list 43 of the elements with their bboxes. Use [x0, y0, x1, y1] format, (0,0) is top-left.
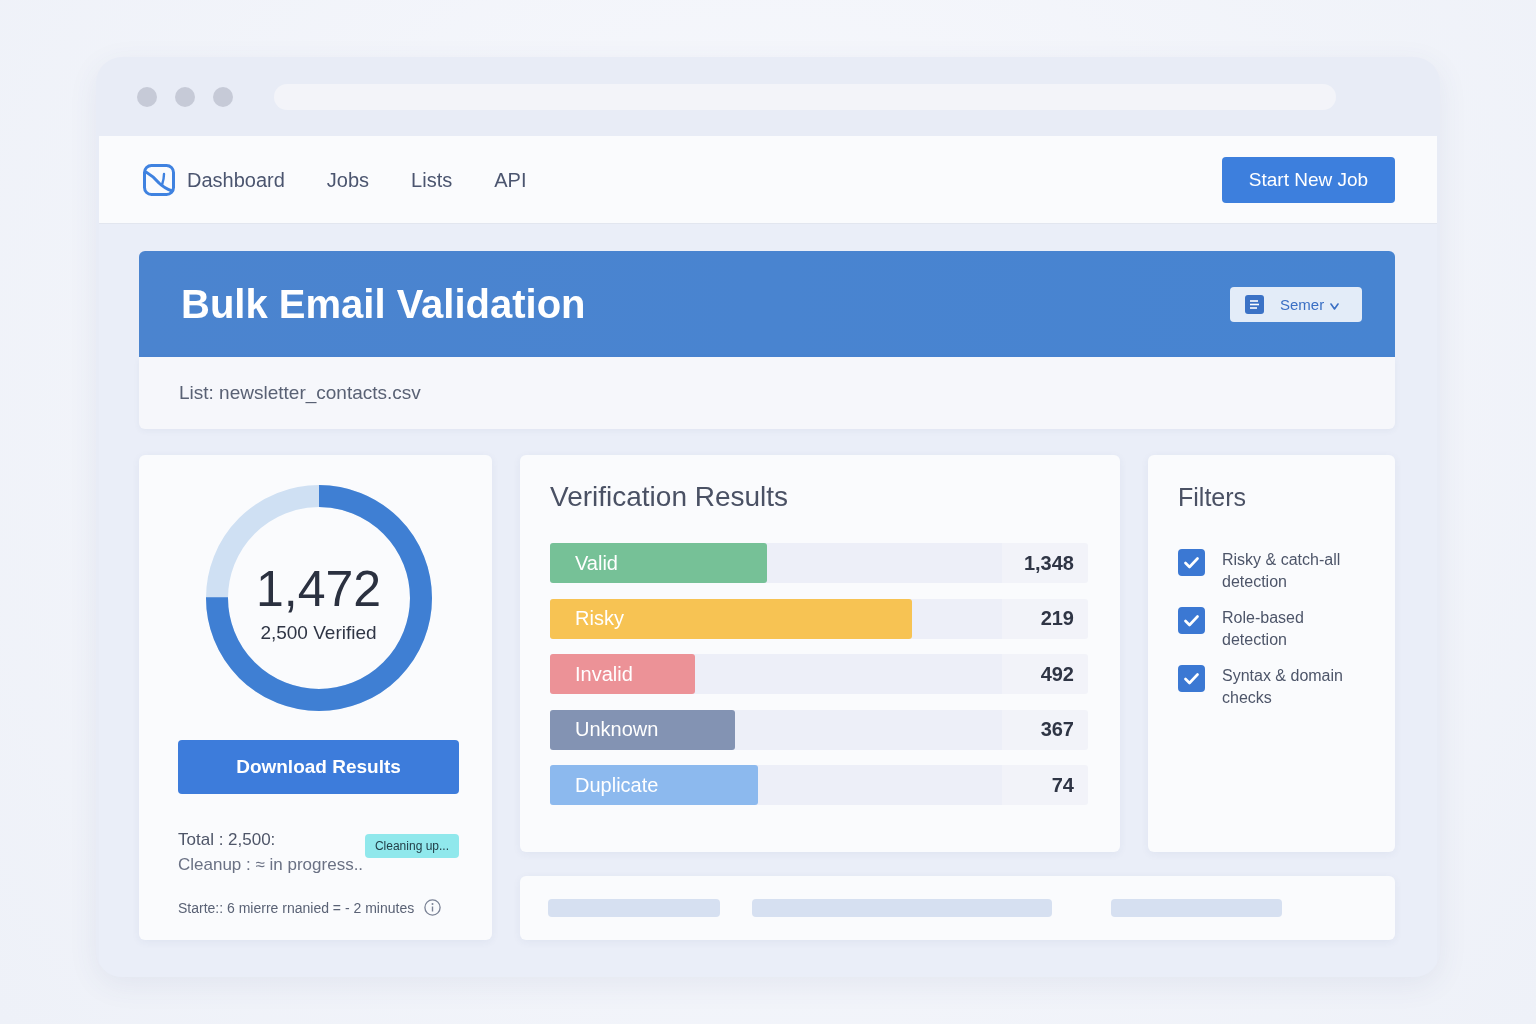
start-job-button[interactable]: Start New Job	[1222, 156, 1395, 203]
nav-link[interactable]: Dashboard	[187, 167, 285, 192]
status-badge: Cleaning up...	[364, 834, 459, 858]
result-count: 74	[1002, 765, 1088, 805]
result-label: Risky	[575, 607, 624, 630]
filter-label: Risky & catch-all detection	[1222, 550, 1342, 592]
nav-link[interactable]: Jobs	[326, 167, 370, 192]
list-icon	[1245, 294, 1264, 314]
logo-icon[interactable]	[143, 163, 175, 196]
nav-link[interactable]: Lists	[411, 167, 453, 192]
checkbox[interactable]	[1178, 549, 1205, 576]
result-count: 492	[1002, 654, 1088, 694]
total-text: Total : 2,500:	[178, 829, 277, 851]
result-count: 1,348	[1002, 543, 1088, 583]
result-label: Valid	[575, 551, 618, 575]
result-label: Unknown	[575, 718, 659, 741]
dropdown-button[interactable]: Semer	[1230, 286, 1362, 322]
filter-label: Syntax & domain checks	[1222, 666, 1344, 708]
nav-link[interactable]: API	[494, 167, 527, 192]
list-name: List: newsletter_contacts.csv	[179, 382, 421, 404]
check-icon	[1184, 672, 1199, 685]
window-dot-icon[interactable]	[137, 86, 157, 107]
check-icon	[1184, 556, 1199, 569]
window-dot-icon[interactable]	[175, 86, 195, 107]
download-button[interactable]: Download Results	[178, 740, 459, 794]
checkbox[interactable]	[1178, 665, 1205, 692]
result-label: Duplicate	[575, 773, 659, 797]
result-label: Invalid	[575, 662, 633, 686]
checkbox[interactable]	[1178, 607, 1205, 634]
window-dot-icon[interactable]	[213, 86, 233, 107]
info-icon[interactable]	[424, 899, 442, 916]
result-count: 367	[1002, 709, 1088, 750]
chevron-down-icon	[1330, 302, 1340, 310]
verified-caption: 2,500 Verified	[260, 621, 377, 645]
check-icon	[1184, 614, 1199, 627]
started-text: Starte:: 6 mierre rnanied = - 2 minutes	[178, 899, 415, 916]
verified-count: 1,472	[255, 561, 382, 617]
page-title: Bulk Email Validation	[181, 281, 586, 328]
cleanup-text: Cleanup : ≈ in progress..	[178, 854, 364, 876]
results-title: Verification Results	[550, 481, 790, 513]
filters-title: Filters	[1178, 482, 1248, 513]
filter-label: Role-based detection	[1222, 608, 1305, 650]
result-count: 219	[1002, 598, 1088, 639]
